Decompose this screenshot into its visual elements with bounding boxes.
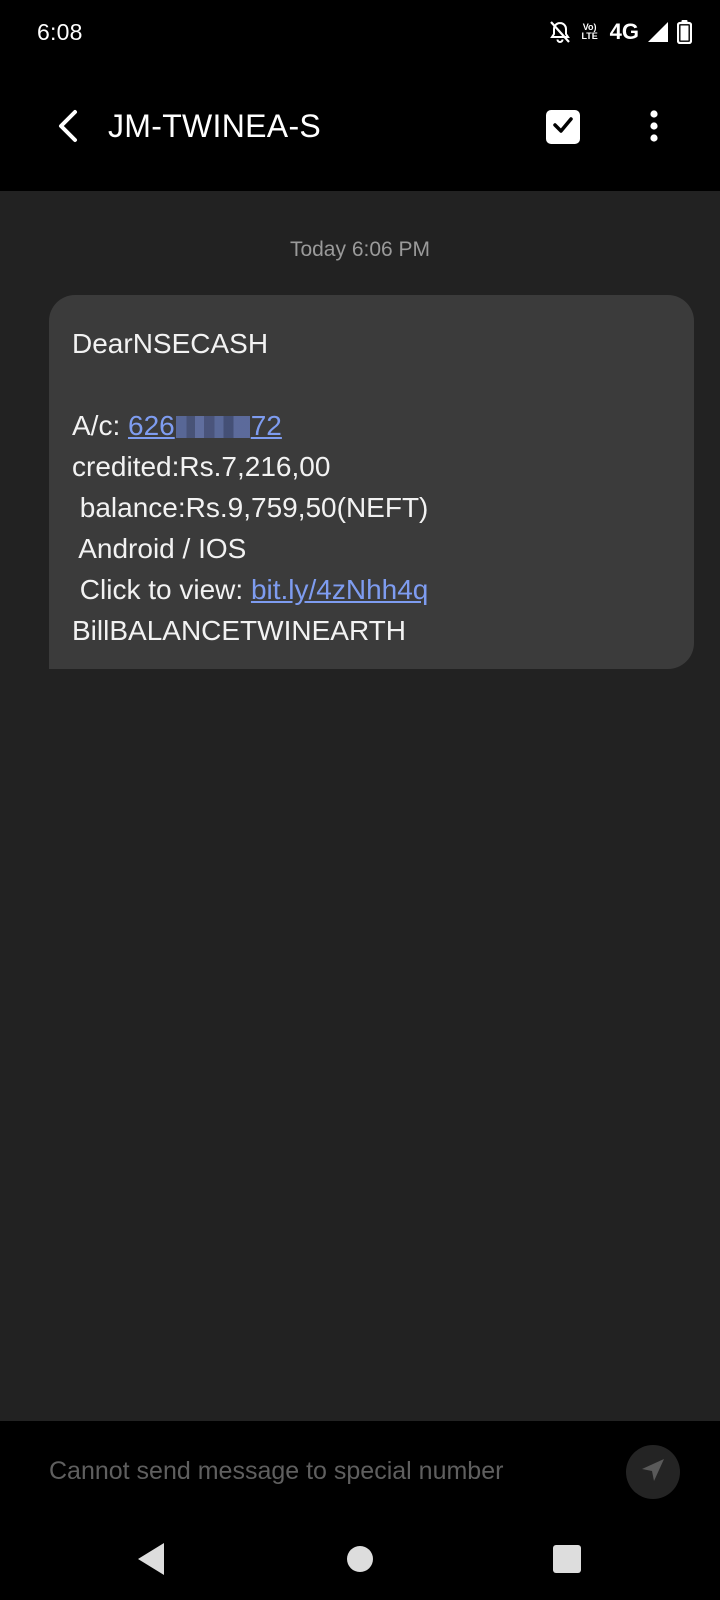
message-account-line: A/c: 626 72 xyxy=(72,405,671,446)
message-bubble[interactable]: DearNSECASH A/c: 626 72 credited:Rs.7,216… xyxy=(49,295,694,669)
network-type-label: 4G xyxy=(609,19,639,44)
message-link-line: Click to view: bit.ly/4zNhh4q xyxy=(72,569,671,610)
message-balance-line: balance:Rs.9,759,50(NEFT) xyxy=(72,492,429,523)
nav-back-button[interactable] xyxy=(124,1534,178,1588)
message-platform-line: Android / IOS xyxy=(72,533,247,564)
messaging-screen: 6:08 Vo) LTE 4G JM-TWINEA-S Today 6:06 P… xyxy=(0,0,720,1600)
app-bar: JM-TWINEA-S xyxy=(0,64,720,191)
redacted-digits xyxy=(175,416,250,438)
nav-home-icon xyxy=(346,1545,374,1578)
nav-back-icon xyxy=(136,1542,166,1581)
nav-recents-button[interactable] xyxy=(540,1534,594,1588)
select-checkbox-icon xyxy=(552,116,574,139)
nav-home-button[interactable] xyxy=(333,1534,387,1588)
status-time: 6:08 xyxy=(37,18,83,45)
more-options-button[interactable] xyxy=(632,104,676,152)
message-timestamp: Today 6:06 PM xyxy=(289,238,431,261)
send-button[interactable] xyxy=(626,1445,680,1499)
nav-recents-icon xyxy=(552,1544,582,1579)
account-number-link[interactable]: 626 72 xyxy=(128,410,282,441)
battery-icon xyxy=(677,20,692,44)
conversation-title: JM-TWINEA-S xyxy=(108,108,322,144)
signal-icon xyxy=(648,22,668,42)
mute-notifications-icon xyxy=(549,20,571,44)
message-url-link[interactable]: bit.ly/4zNhh4q xyxy=(251,574,428,605)
volte-icon: Vo) LTE xyxy=(581,22,598,41)
status-icons: Vo) LTE 4G xyxy=(549,19,692,45)
click-to-view-label: Click to view: xyxy=(72,574,251,605)
status-bar: 6:08 Vo) LTE 4G xyxy=(0,0,720,64)
composer-bar xyxy=(0,1421,720,1522)
back-arrow-icon xyxy=(56,109,80,148)
message-input[interactable] xyxy=(49,1451,589,1491)
select-messages-button[interactable] xyxy=(546,110,580,144)
send-icon xyxy=(640,1457,666,1488)
account-label: A/c: xyxy=(72,410,129,441)
message-signature: BillBALANCETWINEARTH xyxy=(72,615,406,646)
back-button[interactable] xyxy=(44,104,92,152)
navigation-bar xyxy=(0,1522,720,1600)
message-greeting: DearNSECASH xyxy=(72,328,269,359)
message-credited-line: credited:Rs.7,216,00 xyxy=(72,451,331,482)
more-options-icon xyxy=(650,109,658,147)
